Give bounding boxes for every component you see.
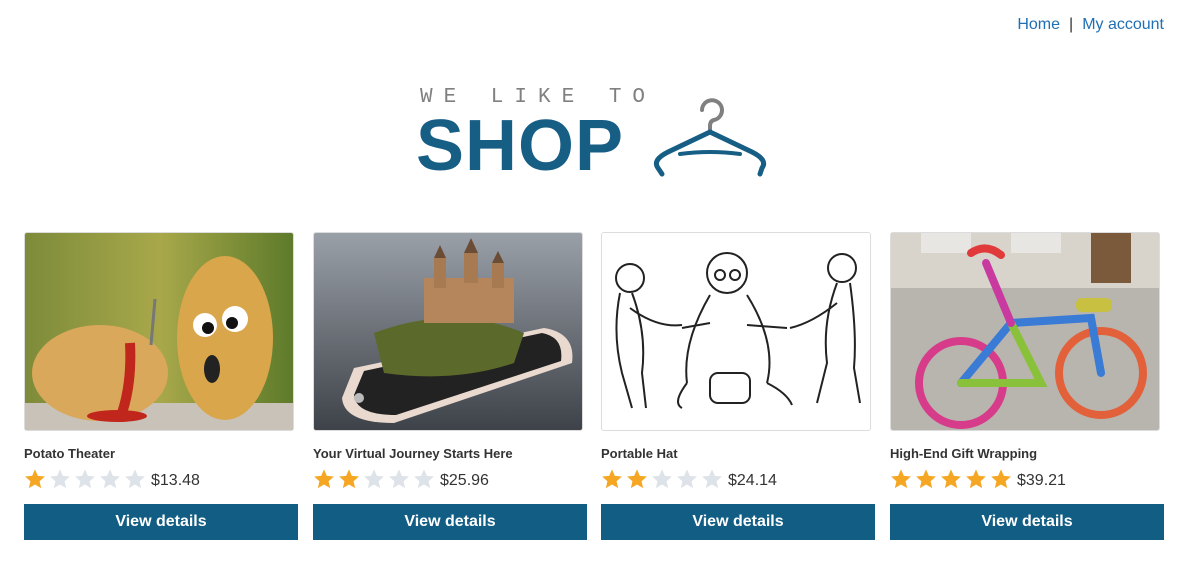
star-empty-icon	[50, 469, 70, 489]
view-details-button[interactable]: View details	[24, 504, 298, 540]
view-details-button[interactable]: View details	[313, 504, 587, 540]
star-empty-icon	[364, 469, 384, 489]
product-rating: $39.21	[890, 467, 1164, 491]
logo-word: SHOP	[416, 106, 625, 186]
product-rating: $25.96	[313, 467, 587, 491]
star-rating	[890, 468, 1015, 490]
star-rating	[601, 468, 726, 490]
product-image-castle-phone[interactable]	[313, 232, 583, 431]
star-empty-icon	[100, 469, 120, 489]
product-card: Your Virtual Journey Starts Here $25.96 …	[313, 232, 587, 540]
star-empty-icon	[414, 469, 434, 489]
my-account-link[interactable]: My account	[1082, 16, 1164, 33]
product-price: $24.14	[728, 472, 777, 489]
product-title: Potato Theater	[24, 446, 116, 461]
product-image-sketch[interactable]	[601, 232, 871, 431]
product-card: High-End Gift Wrapping $39.21 View detai…	[890, 232, 1164, 540]
star-filled-icon	[966, 469, 986, 489]
star-rating	[313, 468, 438, 490]
star-empty-icon	[125, 469, 145, 489]
star-empty-icon	[677, 469, 697, 489]
star-filled-icon	[916, 469, 936, 489]
star-empty-icon	[75, 469, 95, 489]
product-image-knitted-bicycle[interactable]	[890, 232, 1160, 431]
star-rating	[24, 468, 149, 490]
star-filled-icon	[891, 469, 911, 489]
product-image-potatoes[interactable]	[24, 232, 294, 431]
product-rating: $24.14	[601, 467, 875, 491]
star-filled-icon	[991, 469, 1011, 489]
star-empty-icon	[702, 469, 722, 489]
view-details-button[interactable]: View details	[890, 504, 1164, 540]
home-link[interactable]: Home	[1017, 16, 1060, 33]
product-price: $13.48	[151, 472, 200, 489]
product-price: $25.96	[440, 472, 489, 489]
star-filled-icon	[25, 469, 45, 489]
product-price: $39.21	[1017, 472, 1066, 489]
star-empty-icon	[389, 469, 409, 489]
product-title: Portable Hat	[601, 446, 678, 461]
star-filled-icon	[339, 469, 359, 489]
top-nav: Home | My account	[1017, 16, 1164, 34]
product-card: Potato Theater $13.48 View details	[24, 232, 298, 540]
star-empty-icon	[652, 469, 672, 489]
site-logo[interactable]: WE LIKE TO SHOP	[416, 86, 778, 186]
star-filled-icon	[314, 469, 334, 489]
star-filled-icon	[627, 469, 647, 489]
view-details-button[interactable]: View details	[601, 504, 875, 540]
product-card: Portable Hat $24.14 View details	[601, 232, 875, 540]
star-filled-icon	[941, 469, 961, 489]
star-filled-icon	[602, 469, 622, 489]
product-title: Your Virtual Journey Starts Here	[313, 446, 513, 461]
product-title: High-End Gift Wrapping	[890, 446, 1038, 461]
nav-separator: |	[1069, 16, 1074, 33]
hanger-icon	[653, 98, 767, 177]
product-rating: $13.48	[24, 467, 298, 491]
